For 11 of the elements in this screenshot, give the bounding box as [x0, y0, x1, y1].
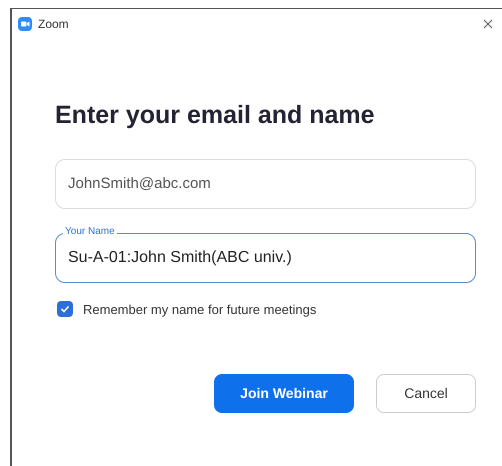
app-icon [18, 17, 32, 31]
checkbox[interactable] [57, 301, 73, 318]
cancel-button[interactable]: Cancel [376, 374, 476, 413]
field-label: Your Name [63, 226, 117, 238]
window-title: Zoom [38, 16, 69, 33]
join-button[interactable]: Join Webinar [214, 374, 354, 413]
checkmark-icon [60, 304, 70, 314]
checkbox-label: Remember my name for future meetings [83, 300, 316, 319]
close-icon [483, 19, 493, 29]
email-field[interactable]: JohnSmith@abc.com [55, 158, 476, 208]
dialog-heading: Enter your email and name [55, 100, 376, 131]
